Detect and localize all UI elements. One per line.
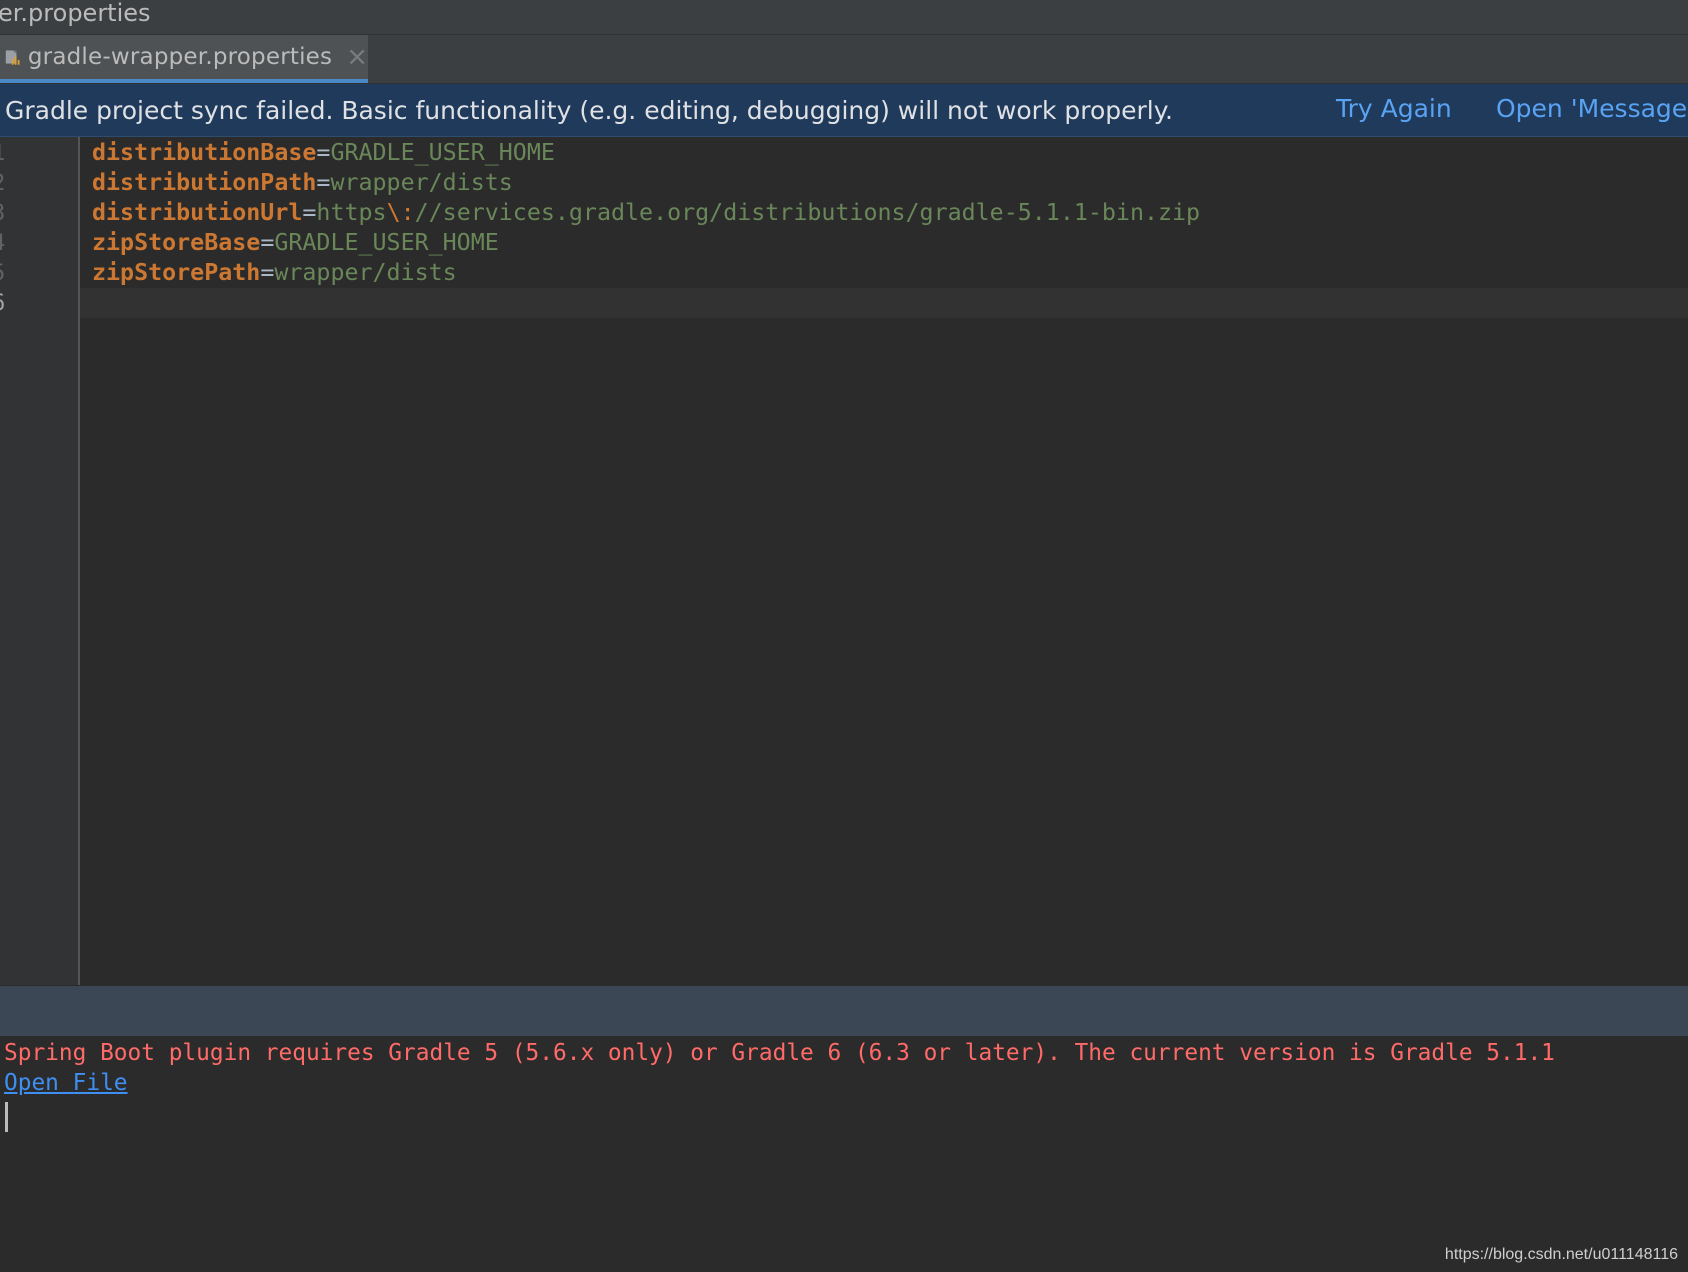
watermark: https://blog.csdn.net/u011148116 [1444, 1246, 1678, 1263]
line-number: 3 [0, 201, 5, 226]
current-line-highlight [80, 288, 1688, 318]
line-number: 5 [0, 261, 5, 286]
code-line: distributionPath=wrapper/dists [92, 168, 513, 198]
property-value: GRADLE_USER_HOME [330, 139, 555, 166]
line-number: 6 [0, 291, 5, 316]
tool-window-header[interactable] [0, 986, 1688, 1036]
escape-sequence: \: [386, 199, 415, 226]
property-key: zipStoreBase [92, 229, 261, 256]
banner-message: Gradle project sync failed. Basic functi… [5, 96, 1173, 125]
property-value: https [316, 199, 387, 226]
code-line: zipStorePath=wrapper/dists [92, 258, 457, 288]
line-number: 1 [0, 141, 5, 166]
line-number: 4 [0, 231, 5, 256]
code-line: distributionBase=GRADLE_USER_HOME [92, 138, 555, 168]
window-title-bar: er.properties [0, 0, 1688, 35]
open-file-link[interactable]: Open File [4, 1070, 128, 1096]
try-again-link[interactable]: Try Again [1336, 94, 1452, 123]
code-line: distributionUrl=https\://services.gradle… [92, 198, 1200, 228]
line-number: 2 [0, 171, 5, 196]
gradle-file-icon [5, 50, 20, 65]
code-line: zipStoreBase=GRADLE_USER_HOME [92, 228, 499, 258]
sync-failed-banner: Gradle project sync failed. Basic functi… [0, 84, 1688, 137]
equals-sign: = [316, 169, 331, 196]
line-number-gutter: 1 2 3 4 5 6 [0, 137, 80, 985]
property-key: distributionBase [92, 139, 317, 166]
text-caret [5, 1102, 8, 1132]
build-output-console[interactable]: Spring Boot plugin requires Gradle 5 (5.… [0, 1036, 1688, 1272]
property-key: zipStorePath [92, 259, 261, 286]
equals-sign: = [316, 139, 331, 166]
equals-sign: = [302, 199, 317, 226]
code-editor[interactable]: distributionBase=GRADLE_USER_HOME distri… [80, 137, 1688, 985]
property-value: GRADLE_USER_HOME [274, 229, 499, 256]
tab-label: gradle-wrapper.properties [27, 44, 333, 70]
property-key: distributionPath [92, 169, 317, 196]
property-value: //services.gradle.org/distributions/grad… [414, 199, 1201, 226]
editor-tab-bar: gradle-wrapper.properties × [0, 35, 1688, 84]
property-value: wrapper/dists [274, 259, 457, 286]
property-value: wrapper/dists [330, 169, 513, 196]
window-title: er.properties [0, 0, 151, 27]
property-key: distributionUrl [92, 199, 303, 226]
equals-sign: = [260, 259, 275, 286]
equals-sign: = [260, 229, 275, 256]
error-message: Spring Boot plugin requires Gradle 5 (5.… [4, 1040, 1555, 1066]
close-icon[interactable]: × [346, 44, 368, 70]
open-messages-view-link[interactable]: Open 'Messages' View [1496, 94, 1688, 123]
tab-gradle-wrapper-properties[interactable]: gradle-wrapper.properties × [0, 35, 368, 83]
